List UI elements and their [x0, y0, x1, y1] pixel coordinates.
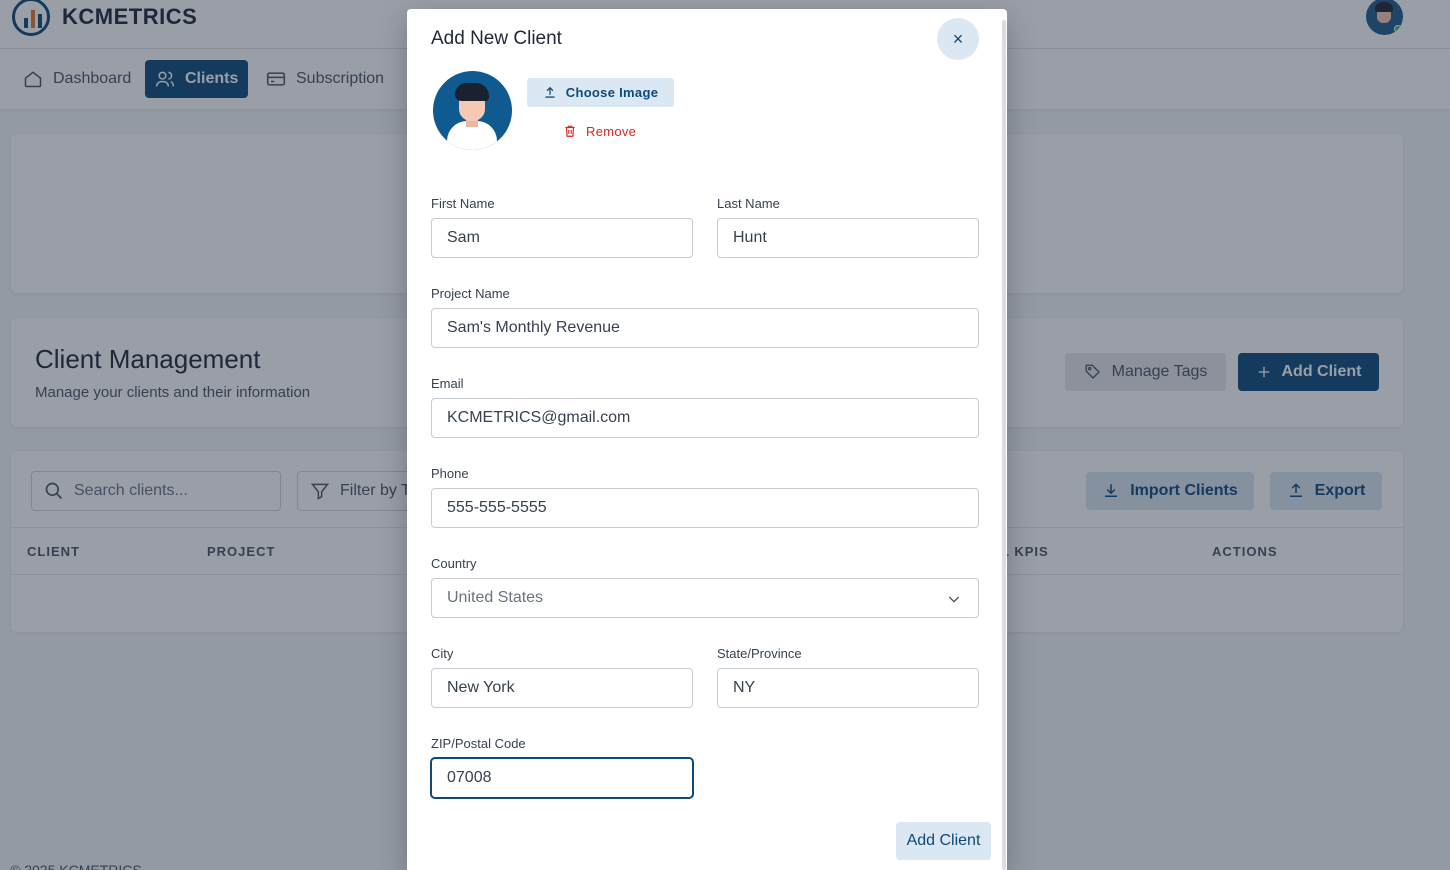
upload-icon	[545, 86, 555, 98]
client-avatar-preview	[433, 71, 512, 150]
last-name-label: Last Name	[717, 196, 780, 211]
chevron-down-icon	[948, 596, 960, 603]
close-button[interactable]: ×	[937, 18, 979, 60]
zip-input[interactable]	[431, 758, 693, 798]
country-selected-value: United States	[447, 589, 544, 606]
phone-input[interactable]	[431, 488, 979, 528]
close-icon: ×	[952, 28, 964, 49]
city-label: City	[431, 646, 454, 661]
state-label: State/Province	[717, 646, 802, 661]
choose-image-button[interactable]: Choose Image	[527, 78, 674, 107]
first-name-label: First Name	[431, 196, 495, 211]
city-input[interactable]	[431, 668, 693, 708]
remove-image-button[interactable]: Remove	[563, 121, 636, 141]
add-client-modal: Add New Client × Choose Image Remove Fir…	[407, 9, 1007, 870]
trash-icon	[565, 125, 575, 137]
email-label: Email	[431, 376, 464, 391]
zip-label: ZIP/Postal Code	[431, 736, 526, 751]
submit-add-client-button[interactable]: Add Client	[896, 822, 991, 860]
first-name-input[interactable]	[431, 218, 693, 258]
project-name-input[interactable]	[431, 308, 979, 348]
country-label: Country	[431, 556, 477, 571]
modal-title: Add New Client	[431, 28, 562, 49]
project-name-label: Project Name	[431, 286, 510, 301]
phone-label: Phone	[431, 466, 469, 481]
last-name-input[interactable]	[717, 218, 979, 258]
modal-scrollbar[interactable]	[1002, 20, 1006, 870]
state-input[interactable]	[717, 668, 979, 708]
country-select[interactable]: United States	[431, 578, 979, 618]
email-input[interactable]	[431, 398, 979, 438]
